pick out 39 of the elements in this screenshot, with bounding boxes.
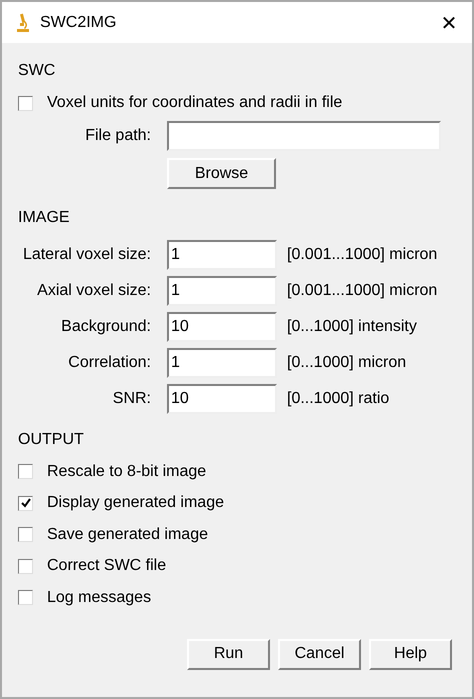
range-label: [0...1000] micron <box>287 354 406 372</box>
field-label: Background: <box>60 318 151 336</box>
range-label: [0...1000] ratio <box>287 390 390 408</box>
checkbox-label: Save generated image <box>47 526 208 544</box>
range-label: [0.001...1000] micron <box>287 246 438 264</box>
dialog-button[interactable]: Cancel <box>278 638 361 670</box>
microscope-icon <box>16 12 30 32</box>
input-field[interactable]: 10 <box>167 384 277 414</box>
browse-button[interactable]: Browse <box>167 158 276 189</box>
checkbox[interactable] <box>18 464 33 479</box>
checkbox[interactable] <box>18 496 33 510</box>
checkbox-label: Log messages <box>47 588 152 606</box>
input-field[interactable]: 10 <box>167 312 277 342</box>
checkbox[interactable] <box>18 96 33 110</box>
field-label: Correlation: <box>67 354 151 372</box>
section-heading: SWC <box>18 61 56 81</box>
checkbox-label: Correct SWC file <box>47 557 166 575</box>
field-label: Lateral voxel size: <box>22 246 151 264</box>
field-label: File path: <box>84 127 151 145</box>
checkbox[interactable] <box>18 590 33 605</box>
input-field[interactable]: 1 <box>167 276 277 306</box>
close-button[interactable]: ✕ <box>426 2 472 43</box>
field-label: SNR: <box>112 390 151 408</box>
checkbox-label: Display generated image <box>47 494 224 512</box>
section-heading: IMAGE <box>18 208 71 228</box>
dialog-button[interactable]: Help <box>369 638 452 670</box>
dialog-button[interactable]: Run <box>187 638 270 670</box>
input-field[interactable]: 1 <box>167 240 277 270</box>
range-label: [0.001...1000] micron <box>287 282 438 300</box>
checkbox-label: Voxel units for coordinates and radii in file <box>47 94 342 112</box>
section-heading: OUTPUT <box>18 430 85 450</box>
field-label: Axial voxel size: <box>36 282 151 300</box>
input-field[interactable]: 1 <box>167 348 277 378</box>
checkbox-label: Rescale to 8-bit image <box>47 462 206 480</box>
range-label: [0...1000] intensity <box>287 318 417 336</box>
file-path-field[interactable] <box>167 121 441 151</box>
window-title: SWC2IMG <box>40 14 118 32</box>
checkbox[interactable] <box>18 527 33 542</box>
checkbox[interactable] <box>18 558 33 574</box>
